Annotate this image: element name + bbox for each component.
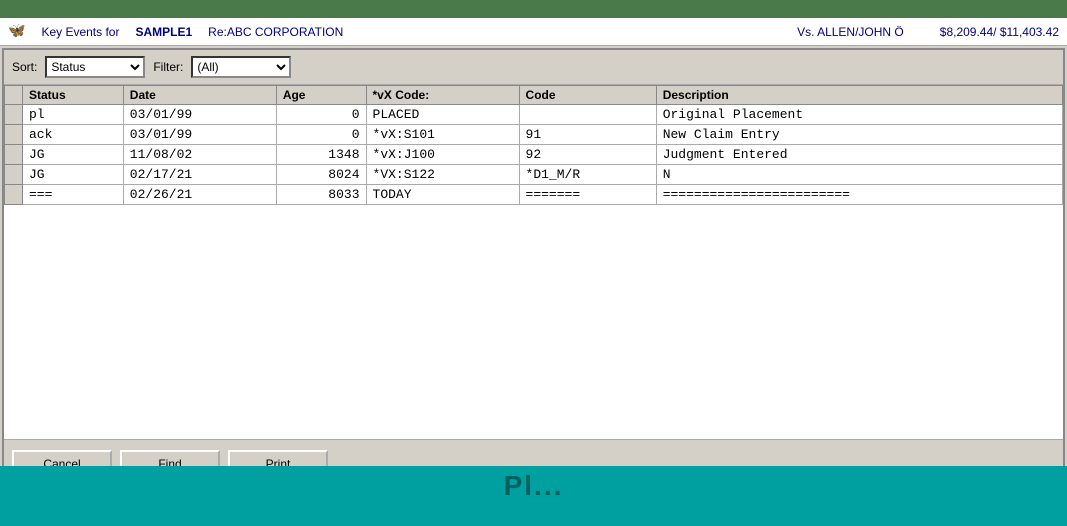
cell-code: =======: [519, 185, 656, 205]
cell-vxcode: PLACED: [366, 105, 519, 125]
col-vxcode: *vX Code:: [366, 86, 519, 105]
col-description: Description: [656, 86, 1062, 105]
cell-age: 8033: [276, 185, 366, 205]
cell-description: New Claim Entry: [656, 125, 1062, 145]
cell-description: Judgment Entered: [656, 145, 1062, 165]
sort-filter-bar: Sort: Status Date Code Filter: (All) Sta…: [4, 50, 1063, 85]
cell-vxcode: *vX:S101: [366, 125, 519, 145]
row-indicator: [5, 125, 23, 145]
app-header: 🦋 Key Events for SAMPLE1 Re:ABC CORPORAT…: [0, 18, 1067, 46]
cell-date: 03/01/99: [123, 125, 276, 145]
row-indicator: [5, 105, 23, 125]
cell-status: ===: [23, 185, 124, 205]
cell-date: 02/26/21: [123, 185, 276, 205]
header-re: Re:ABC CORPORATION: [208, 25, 343, 39]
col-date: Date: [123, 86, 276, 105]
col-age: Age: [276, 86, 366, 105]
cell-code: 92: [519, 145, 656, 165]
sort-label: Sort:: [12, 60, 37, 74]
bottom-bar: Pl...: [0, 466, 1067, 526]
table-row[interactable]: ===02/26/218033TODAY====================…: [5, 185, 1063, 205]
row-indicator: [5, 185, 23, 205]
cell-age: 1348: [276, 145, 366, 165]
header-amount: $8,209.44/ $11,403.42: [940, 25, 1059, 39]
cell-vxcode: TODAY: [366, 185, 519, 205]
cell-status: pl: [23, 105, 124, 125]
filter-select[interactable]: (All) Status Date: [191, 56, 291, 78]
col-code: Code: [519, 86, 656, 105]
cell-date: 03/01/99: [123, 105, 276, 125]
main-window: Sort: Status Date Code Filter: (All) Sta…: [2, 48, 1065, 524]
header-prefix: Key Events for: [41, 25, 119, 39]
cell-age: 0: [276, 125, 366, 145]
cell-status: ack: [23, 125, 124, 145]
cell-code: *D1_M/R: [519, 165, 656, 185]
table-row[interactable]: JG02/17/218024*VX:S122*D1_M/RN: [5, 165, 1063, 185]
cell-status: JG: [23, 165, 124, 185]
cell-description: N: [656, 165, 1062, 185]
header-sample: SAMPLE1: [135, 25, 192, 39]
filter-label: Filter:: [153, 60, 183, 74]
table-container: Status Date Age *vX Code: Code Descripti…: [4, 85, 1063, 440]
cell-vxcode: *VX:S122: [366, 165, 519, 185]
cell-date: 11/08/02: [123, 145, 276, 165]
cell-code: [519, 105, 656, 125]
table-row[interactable]: JG11/08/021348*vX:J10092Judgment Entered: [5, 145, 1063, 165]
table-header-row: Status Date Age *vX Code: Code Descripti…: [5, 86, 1063, 105]
table-row[interactable]: pl03/01/990PLACED Original Placement: [5, 105, 1063, 125]
cell-age: 8024: [276, 165, 366, 185]
cell-description: ========================: [656, 185, 1062, 205]
sort-select[interactable]: Status Date Code: [45, 56, 145, 78]
cell-code: 91: [519, 125, 656, 145]
cell-age: 0: [276, 105, 366, 125]
events-table: Status Date Age *vX Code: Code Descripti…: [4, 85, 1063, 205]
row-indicator: [5, 165, 23, 185]
header-vs: Vs. ALLEN/JOHN Ö: [797, 25, 904, 39]
row-indicator: [5, 145, 23, 165]
cell-description: Original Placement: [656, 105, 1062, 125]
bottom-bar-text: Pl...: [504, 470, 564, 502]
butterfly-icon: 🦋: [8, 23, 25, 40]
cell-vxcode: *vX:J100: [366, 145, 519, 165]
col-status: Status: [23, 86, 124, 105]
col-indicator: [5, 86, 23, 105]
cell-status: JG: [23, 145, 124, 165]
table-row[interactable]: ack03/01/990*vX:S10191New Claim Entry: [5, 125, 1063, 145]
cell-date: 02/17/21: [123, 165, 276, 185]
top-banner: [0, 0, 1067, 18]
